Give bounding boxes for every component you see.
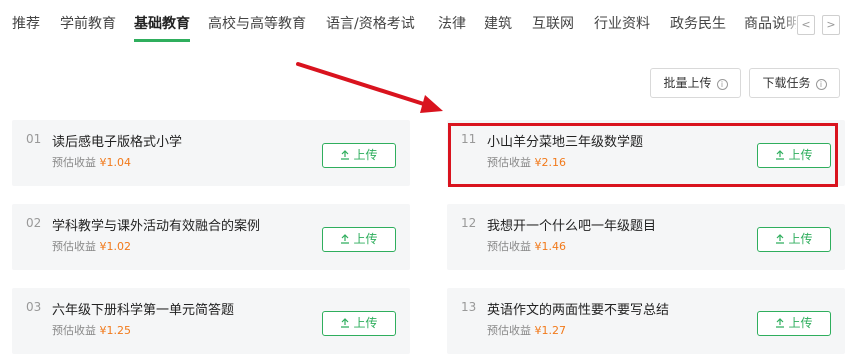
task-number: 02 bbox=[26, 216, 42, 230]
upload-icon bbox=[776, 234, 785, 244]
download-tasks-label: 下载任务 bbox=[762, 76, 811, 90]
estimated-earnings: 预估收益 ¥1.27 bbox=[487, 322, 566, 338]
batch-upload-label: 批量上传 bbox=[663, 76, 712, 90]
upload-button[interactable]: 上传 bbox=[322, 227, 396, 252]
task-number: 01 bbox=[26, 132, 42, 146]
earning-amount: ¥2.16 bbox=[534, 156, 567, 169]
task-card: 01 读后感电子版格式小学 预估收益 ¥1.04 上传 bbox=[12, 120, 410, 186]
tab-recommend[interactable]: 推荐 bbox=[12, 15, 40, 33]
earning-label: 预估收益 bbox=[52, 156, 96, 169]
task-title: 英语作文的两面性要不要写总结 bbox=[487, 303, 670, 318]
tab-language-exams[interactable]: 语言/资格考试 bbox=[326, 15, 415, 33]
earning-label: 预估收益 bbox=[487, 156, 531, 169]
upload-button[interactable]: 上传 bbox=[757, 143, 831, 168]
task-card: 12 我想开一个什么吧一年级题目 预估收益 ¥1.46 上传 bbox=[447, 204, 845, 270]
upload-icon bbox=[341, 234, 350, 244]
tab-industry[interactable]: 行业资料 bbox=[594, 15, 650, 33]
tab-law[interactable]: 法律 bbox=[438, 15, 466, 33]
upload-label: 上传 bbox=[788, 148, 813, 162]
tab-government[interactable]: 政务民生 bbox=[670, 15, 726, 33]
tab-architecture[interactable]: 建筑 bbox=[484, 15, 512, 33]
task-title: 小山羊分菜地三年级数学题 bbox=[487, 135, 644, 150]
earning-label: 预估收益 bbox=[487, 240, 531, 253]
upload-label: 上传 bbox=[788, 232, 813, 246]
chevron-right-icon: > bbox=[826, 18, 836, 31]
task-card: 03 六年级下册科学第一单元简答题 预估收益 ¥1.25 上传 bbox=[12, 288, 410, 354]
task-card-highlighted: 11 小山羊分菜地三年级数学题 预估收益 ¥2.16 上传 bbox=[447, 120, 845, 186]
estimated-earnings: 预估收益 ¥2.16 bbox=[487, 154, 566, 170]
upload-icon bbox=[776, 150, 785, 160]
upload-button[interactable]: 上传 bbox=[322, 143, 396, 168]
tab-internet[interactable]: 互联网 bbox=[532, 15, 574, 33]
upload-button[interactable]: 上传 bbox=[757, 227, 831, 252]
earning-amount: ¥1.25 bbox=[99, 324, 132, 337]
category-tabs: 推荐 学前教育 基础教育 高校与高等教育 语言/资格考试 法律 建筑 互联网 行… bbox=[0, 0, 854, 50]
task-title: 学科教学与课外活动有效融合的案例 bbox=[52, 219, 261, 234]
info-icon: i bbox=[815, 79, 827, 90]
task-number: 03 bbox=[26, 300, 42, 314]
task-card: 02 学科教学与课外活动有效融合的案例 预估收益 ¥1.02 上传 bbox=[12, 204, 410, 270]
estimated-earnings: 预估收益 ¥1.04 bbox=[52, 154, 131, 170]
task-title: 读后感电子版格式小学 bbox=[52, 135, 183, 150]
tab-basic-education[interactable]: 基础教育 bbox=[134, 15, 190, 42]
tabs-prev-button[interactable]: < bbox=[797, 15, 815, 35]
task-number: 12 bbox=[461, 216, 477, 230]
upload-label: 上传 bbox=[788, 316, 813, 330]
info-icon: i bbox=[716, 79, 728, 90]
tab-higher-education[interactable]: 高校与高等教育 bbox=[208, 15, 306, 33]
estimated-earnings: 预估收益 ¥1.02 bbox=[52, 238, 131, 254]
task-number: 11 bbox=[461, 132, 477, 146]
earning-label: 预估收益 bbox=[52, 240, 96, 253]
earning-label: 预估收益 bbox=[52, 324, 96, 337]
upload-label: 上传 bbox=[353, 232, 378, 246]
task-title: 我想开一个什么吧一年级题目 bbox=[487, 219, 657, 234]
estimated-earnings: 预估收益 ¥1.25 bbox=[52, 322, 131, 338]
batch-upload-button[interactable]: 批量上传 i bbox=[650, 68, 741, 98]
earning-amount: ¥1.46 bbox=[534, 240, 567, 253]
upload-button[interactable]: 上传 bbox=[757, 311, 831, 336]
download-tasks-button[interactable]: 下载任务 i bbox=[749, 68, 840, 98]
upload-icon bbox=[776, 318, 785, 328]
earning-amount: ¥1.02 bbox=[99, 240, 132, 253]
earning-label: 预估收益 bbox=[487, 324, 531, 337]
upload-label: 上传 bbox=[353, 316, 378, 330]
upload-icon bbox=[341, 318, 350, 328]
task-card: 13 英语作文的两面性要不要写总结 预估收益 ¥1.27 上传 bbox=[447, 288, 845, 354]
tab-preschool[interactable]: 学前教育 bbox=[60, 15, 116, 33]
task-title: 六年级下册科学第一单元简答题 bbox=[52, 303, 235, 318]
task-number: 13 bbox=[461, 300, 477, 314]
earning-amount: ¥1.04 bbox=[99, 156, 132, 169]
upload-icon bbox=[341, 150, 350, 160]
chevron-left-icon: < bbox=[801, 18, 811, 31]
upload-button[interactable]: 上传 bbox=[322, 311, 396, 336]
tabs-next-button[interactable]: > bbox=[822, 15, 840, 35]
estimated-earnings: 预估收益 ¥1.46 bbox=[487, 238, 566, 254]
upload-label: 上传 bbox=[353, 148, 378, 162]
earning-amount: ¥1.27 bbox=[534, 324, 567, 337]
